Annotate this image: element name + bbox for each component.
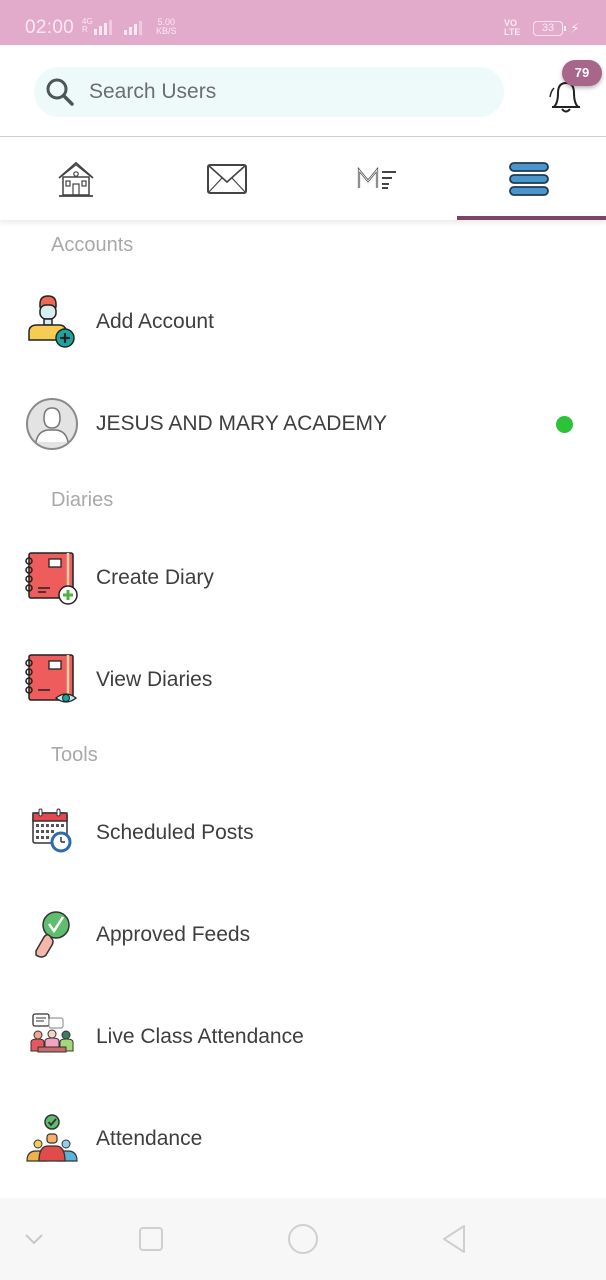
me-icon xyxy=(357,166,396,189)
menu-item-attendance[interactable]: Attendance xyxy=(0,1099,606,1179)
search-bar[interactable] xyxy=(34,67,504,117)
battery-icon: 33 xyxy=(533,21,566,36)
back-button[interactable] xyxy=(424,1198,484,1280)
attendance-icon xyxy=(26,1114,78,1162)
notification-badge[interactable]: 79 xyxy=(562,60,602,86)
network-type: 4G R xyxy=(82,18,93,34)
home-icon xyxy=(57,161,94,197)
mail-icon xyxy=(206,164,247,194)
hamburger-menu-icon xyxy=(508,162,549,196)
menu-item-label: Scheduled Posts xyxy=(96,821,254,844)
menu-item-create-diary[interactable]: Create Diary xyxy=(0,538,606,618)
menu-item-label: Live Class Attendance xyxy=(96,1025,304,1048)
avatar-icon xyxy=(26,398,78,450)
battery-level: 33 xyxy=(541,22,555,34)
chevron-down-icon xyxy=(25,1234,43,1245)
tab-home[interactable] xyxy=(0,138,151,220)
search-icon xyxy=(46,78,74,106)
square-icon xyxy=(139,1227,163,1251)
menu-item-scheduled-posts[interactable]: Scheduled Posts xyxy=(0,793,606,873)
volte-bottom: LTE xyxy=(504,27,521,37)
section-title-tools: Tools xyxy=(51,744,98,766)
bolt-icon: ⚡ xyxy=(570,20,580,36)
system-nav-bar xyxy=(0,1198,606,1280)
menu-item-live-class-attendance[interactable]: Live Class Attendance xyxy=(0,997,606,1077)
menu-item-label: Attendance xyxy=(96,1127,203,1150)
tab-me[interactable] xyxy=(302,138,453,220)
collapse-nav-button[interactable] xyxy=(4,1198,64,1280)
roaming-indicator: R xyxy=(82,25,88,34)
menu-item-view-diaries[interactable]: View Diaries xyxy=(0,640,606,720)
add-user-icon xyxy=(28,295,75,348)
volte-indicator: VO LTE xyxy=(504,19,520,37)
home-nav-button[interactable] xyxy=(273,1198,333,1280)
speed-unit: KB/S xyxy=(156,26,177,36)
menu-item-label: JESUS AND MARY ACADEMY xyxy=(96,412,387,435)
top-bar xyxy=(0,45,606,137)
recents-button[interactable] xyxy=(121,1198,181,1280)
diary-view-icon xyxy=(25,654,78,703)
section-title-diaries: Diaries xyxy=(51,489,114,511)
menu-item-label: Create Diary xyxy=(96,566,214,589)
menu-item-label: Add Account xyxy=(96,310,214,333)
calendar-clock-icon xyxy=(32,808,72,853)
network-speed: 5.00 KB/S xyxy=(156,18,177,36)
menu-item-account-jesus-and-mary-academy[interactable]: JESUS AND MARY ACADEMY xyxy=(0,384,606,464)
menu-item-label: View Diaries xyxy=(96,668,213,691)
tab-bar xyxy=(0,138,606,220)
section-title-accounts: Accounts xyxy=(51,234,134,256)
tab-messages[interactable] xyxy=(151,138,302,220)
online-status-indicator xyxy=(556,415,573,433)
search-input[interactable] xyxy=(89,80,469,104)
live-class-icon xyxy=(30,1013,74,1053)
tab-menu[interactable] xyxy=(453,138,606,220)
clock: 02:00 xyxy=(25,17,75,38)
diary-add-icon xyxy=(25,552,78,605)
menu-item-label: Approved Feeds xyxy=(96,923,251,946)
signal-icon xyxy=(94,19,112,35)
menu-item-approved-feeds[interactable]: Approved Feeds xyxy=(0,895,606,975)
status-bar: 02:00 4G R 5.00 KB/S VO LTE 33 ⚡ xyxy=(0,0,606,45)
approved-hand-icon xyxy=(35,911,70,958)
triangle-back-icon xyxy=(443,1225,465,1253)
signal-icon xyxy=(124,19,142,35)
menu-item-add-account[interactable]: Add Account xyxy=(0,282,606,362)
circle-icon xyxy=(288,1224,318,1254)
